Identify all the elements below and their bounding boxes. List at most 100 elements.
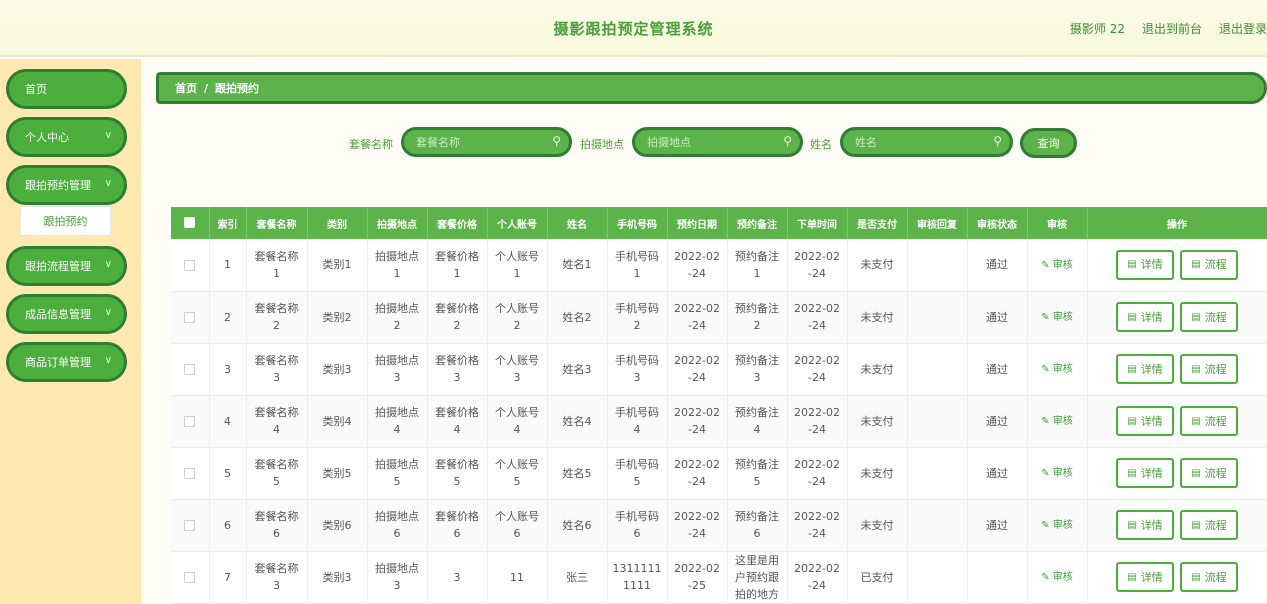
col-date: 预约日期 — [667, 207, 728, 239]
detail-button[interactable]: ▤ 详情 — [1116, 510, 1174, 540]
row-checkbox[interactable] — [171, 551, 210, 604]
cell-date: 2022-02 -24 — [667, 447, 728, 500]
document-icon: ▤ — [1127, 259, 1137, 271]
cell-idx: 4 — [209, 395, 247, 448]
detail-button[interactable]: ▤ 详情 — [1116, 302, 1174, 332]
flow-button[interactable]: ▤ 流程 — [1180, 406, 1238, 436]
sidebar-item-order-management[interactable]: 商品订单管理 ∨ — [6, 342, 127, 382]
flow-button[interactable]: ▤ 流程 — [1180, 249, 1238, 280]
flow-label: 流程 — [1204, 362, 1227, 376]
flow-label: 流程 — [1204, 414, 1227, 428]
detail-button[interactable]: ▤ 详情 — [1116, 249, 1174, 280]
audit-link[interactable]: ✎ 审核 — [1027, 551, 1088, 604]
row-checkbox[interactable] — [171, 239, 210, 292]
cell-name: 张三 — [547, 551, 608, 604]
cell-reply — [907, 239, 968, 292]
detail-button[interactable]: ▤ 详情 — [1116, 458, 1174, 488]
edit-icon: ✎ — [1041, 520, 1053, 531]
cell-date: 2022-02 -24 — [667, 343, 728, 396]
cell-status: 通过 — [967, 343, 1028, 396]
row-checkbox[interactable] — [171, 447, 210, 500]
cell-note: 这里是用 户预约跟 拍的地方 — [727, 551, 788, 604]
audit-link[interactable]: ✎ 审核 — [1027, 291, 1088, 344]
flow-label: 流程 — [1204, 258, 1227, 272]
row-checkbox[interactable] — [171, 395, 210, 448]
sidebar-subitem-booking[interactable]: 跟拍预约 — [20, 206, 111, 236]
cell-pkg: 套餐名称 2 — [246, 291, 308, 344]
search-label-place: 拍摄地点 — [580, 138, 624, 151]
sidebar-item-personal-center[interactable]: 个人中心 ∨ — [6, 117, 127, 157]
flow-button[interactable]: ▤ 流程 — [1180, 458, 1238, 488]
detail-button[interactable]: ▤ 详情 — [1116, 406, 1174, 436]
sidebar-item-flow-management[interactable]: 跟拍流程管理 ∨ — [6, 246, 127, 286]
col-note: 预约备注 — [727, 207, 788, 239]
search-placeholder: 拍摄地点 — [647, 136, 691, 149]
cell-status: 通过 — [967, 239, 1028, 292]
cell-phone: 手机号码 6 — [607, 499, 668, 552]
sidebar-item-label: 跟拍流程管理 — [25, 260, 91, 273]
sidebar-item-booking-management[interactable]: 跟拍预约管理 ∨ — [6, 165, 127, 205]
cell-pkg: 套餐名称 1 — [246, 239, 308, 292]
cell-ordered: 2022-02 -24 — [787, 239, 848, 292]
audit-link[interactable]: ✎ 审核 — [1027, 239, 1088, 292]
row-actions: ▤ 详情 ▤ 流程 — [1087, 447, 1267, 500]
cell-acct: 个人账号 5 — [487, 447, 548, 500]
breadcrumb-home[interactable]: 首页 — [175, 80, 197, 96]
back-to-front-link[interactable]: 退出到前台 — [1142, 20, 1202, 37]
cell-idx: 1 — [209, 239, 247, 292]
row-checkbox[interactable] — [171, 343, 210, 396]
flow-button[interactable]: ▤ 流程 — [1180, 354, 1238, 384]
cell-ordered: 2022-02 -24 — [787, 499, 848, 552]
cell-ordered: 2022-02 -24 — [787, 447, 848, 500]
cell-place: 拍摄地点 3 — [367, 343, 428, 396]
flow-button[interactable]: ▤ 流程 — [1180, 510, 1238, 540]
detail-button[interactable]: ▤ 详情 — [1116, 562, 1174, 592]
col-account: 个人账号 — [487, 207, 548, 239]
cell-ordered: 2022-02 -24 — [787, 551, 848, 604]
row-actions: ▤ 详情 ▤ 流程 — [1087, 239, 1267, 292]
edit-icon: ✎ — [1041, 416, 1053, 427]
cell-paid: 未支付 — [847, 239, 908, 292]
row-checkbox[interactable] — [171, 291, 210, 344]
audit-link[interactable]: ✎ 审核 — [1027, 395, 1088, 448]
cell-paid: 未支付 — [847, 291, 908, 344]
cell-note: 预约备注 2 — [727, 291, 788, 344]
cell-acct: 个人账号 6 — [487, 499, 548, 552]
search-input-name[interactable]: 姓名 ⚲ — [840, 127, 1013, 157]
search-input-place[interactable]: 拍摄地点 ⚲ — [632, 127, 803, 157]
cell-reply — [907, 551, 968, 604]
col-category: 类别 — [307, 207, 368, 239]
sidebar-item-home[interactable]: 首页 — [6, 69, 127, 109]
cell-place: 拍摄地点 3 — [367, 551, 428, 604]
table-row: 5 套餐名称 5 类别5 拍摄地点 5 套餐价格 5 个人账号 5 姓名5 手机号码 5 202… — [171, 447, 1267, 500]
audit-link[interactable]: ✎ 审核 — [1027, 343, 1088, 396]
cell-date: 2022-02 -25 — [667, 551, 728, 604]
document-icon: ▤ — [1127, 519, 1137, 531]
cell-price: 套餐价格 2 — [427, 291, 488, 344]
sidebar-item-product-management[interactable]: 成品信息管理 ∨ — [6, 294, 127, 334]
document-icon: ▤ — [1127, 311, 1137, 323]
audit-link[interactable]: ✎ 审核 — [1027, 447, 1088, 500]
col-actions: 操作 — [1087, 207, 1267, 239]
col-status: 审核状态 — [967, 207, 1028, 239]
search-input-package[interactable]: 套餐名称 ⚲ — [401, 127, 572, 157]
cell-acct: 个人账号 4 — [487, 395, 548, 448]
cell-cat: 类别5 — [307, 447, 368, 500]
document-icon: ▤ — [1191, 467, 1201, 479]
header-actions: 摄影师 22 退出到前台 退出登录 — [1070, 20, 1267, 37]
query-button[interactable]: 查询 — [1020, 128, 1077, 158]
flow-button[interactable]: ▤ 流程 — [1180, 302, 1238, 332]
cell-place: 拍摄地点 6 — [367, 499, 428, 552]
detail-label: 详情 — [1140, 362, 1163, 376]
audit-link[interactable]: ✎ 审核 — [1027, 499, 1088, 552]
document-icon: ▤ — [1191, 259, 1201, 271]
row-checkbox[interactable] — [171, 499, 210, 552]
document-icon: ▤ — [1191, 311, 1201, 323]
cell-acct: 个人账号 3 — [487, 343, 548, 396]
select-all-checkbox[interactable] — [171, 207, 210, 239]
search-label-package: 套餐名称 — [349, 138, 393, 151]
flow-button[interactable]: ▤ 流程 — [1180, 562, 1238, 592]
chevron-down-icon: ∨ — [104, 307, 112, 318]
detail-button[interactable]: ▤ 详情 — [1116, 354, 1174, 384]
logout-link[interactable]: 退出登录 — [1219, 20, 1267, 37]
